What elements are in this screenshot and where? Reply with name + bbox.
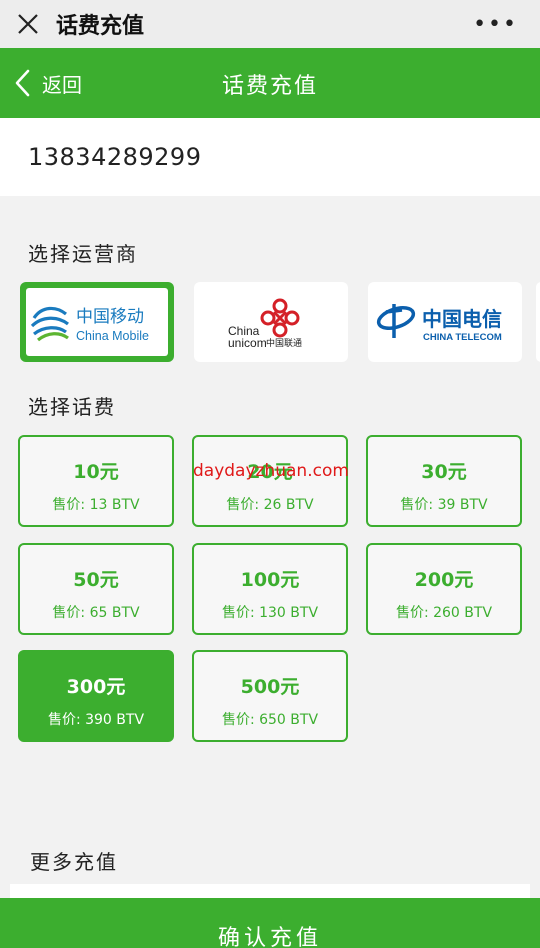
- fee-price: 售价: 13 BTV: [52, 497, 140, 513]
- fee-option-100[interactable]: 100元 售价: 130 BTV: [192, 543, 348, 635]
- fee-price: 售价: 650 BTV: [221, 712, 319, 728]
- phone-input-row: [0, 118, 540, 196]
- carrier-china-unicom[interactable]: China unicom 中国联通: [194, 282, 348, 362]
- phone-number-input[interactable]: [28, 143, 508, 171]
- fee-price: 售价: 260 BTV: [395, 605, 493, 621]
- fee-amount: 200元: [414, 569, 474, 591]
- china-unicom-logo: China unicom 中国联通: [228, 298, 302, 350]
- china-unicom-en-2: unicom: [228, 336, 267, 350]
- carrier-section-label: 选择运营商: [28, 242, 138, 266]
- carrier-next-peek[interactable]: [536, 282, 540, 362]
- fee-amount: 100元: [240, 569, 300, 591]
- fee-option-20[interactable]: 20元 售价: 26 BTV: [192, 435, 348, 527]
- fee-option-30[interactable]: 30元 售价: 39 BTV: [366, 435, 522, 527]
- china-telecom-cn: 中国电信: [422, 307, 502, 331]
- close-button[interactable]: [0, 0, 56, 48]
- china-unicom-cn: 中国联通: [266, 337, 302, 349]
- fee-price: 售价: 39 BTV: [400, 497, 488, 513]
- fee-option-50[interactable]: 50元 售价: 65 BTV: [18, 543, 174, 635]
- fee-amount: 50元: [73, 569, 119, 591]
- china-telecom-en: CHINA TELECOM: [423, 332, 502, 343]
- page-title: 话费充值: [221, 74, 318, 99]
- fee-section-label: 选择话费: [28, 395, 116, 419]
- nav-bar: 返回 话费充值: [0, 48, 540, 118]
- china-mobile-cn: 中国移动: [76, 307, 144, 327]
- fee-price: 售价: 390 BTV: [47, 712, 145, 728]
- fee-option-500[interactable]: 500元 售价: 650 BTV: [192, 650, 348, 742]
- fee-option-300[interactable]: 300元 售价: 390 BTV: [18, 650, 174, 742]
- fee-amount: 500元: [240, 676, 300, 698]
- fee-option-200[interactable]: 200元 售价: 260 BTV: [366, 543, 522, 635]
- fee-price: 售价: 130 BTV: [221, 605, 319, 621]
- china-mobile-en: China Mobile: [76, 329, 149, 343]
- carrier-china-mobile[interactable]: 中国移动 China Mobile: [20, 282, 174, 362]
- window-titlebar: 话费充值 •••: [0, 0, 540, 48]
- window-title: 话费充值: [56, 14, 145, 39]
- china-mobile-logo-box: 中国移动 China Mobile: [26, 288, 168, 356]
- more-icon[interactable]: •••: [473, 12, 518, 37]
- fee-price: 售价: 65 BTV: [52, 605, 140, 621]
- confirm-recharge-button[interactable]: 确认充值: [0, 898, 540, 948]
- china-telecom-logo: 中国电信 CHINA TELECOM: [376, 304, 502, 343]
- fee-amount: 10元: [73, 461, 119, 483]
- watermark-text: daydayzhuan.com: [193, 461, 349, 481]
- fee-price: 售价: 26 BTV: [226, 497, 314, 513]
- fee-option-10[interactable]: 10元 售价: 13 BTV: [18, 435, 174, 527]
- more-section-label: 更多充值: [30, 850, 118, 874]
- carrier-china-telecom[interactable]: 中国电信 CHINA TELECOM: [368, 282, 522, 362]
- china-mobile-logo: 中国移动 China Mobile: [30, 306, 149, 343]
- close-icon: [18, 14, 38, 34]
- fee-amount: 30元: [421, 461, 467, 483]
- fee-amount: 300元: [66, 676, 126, 698]
